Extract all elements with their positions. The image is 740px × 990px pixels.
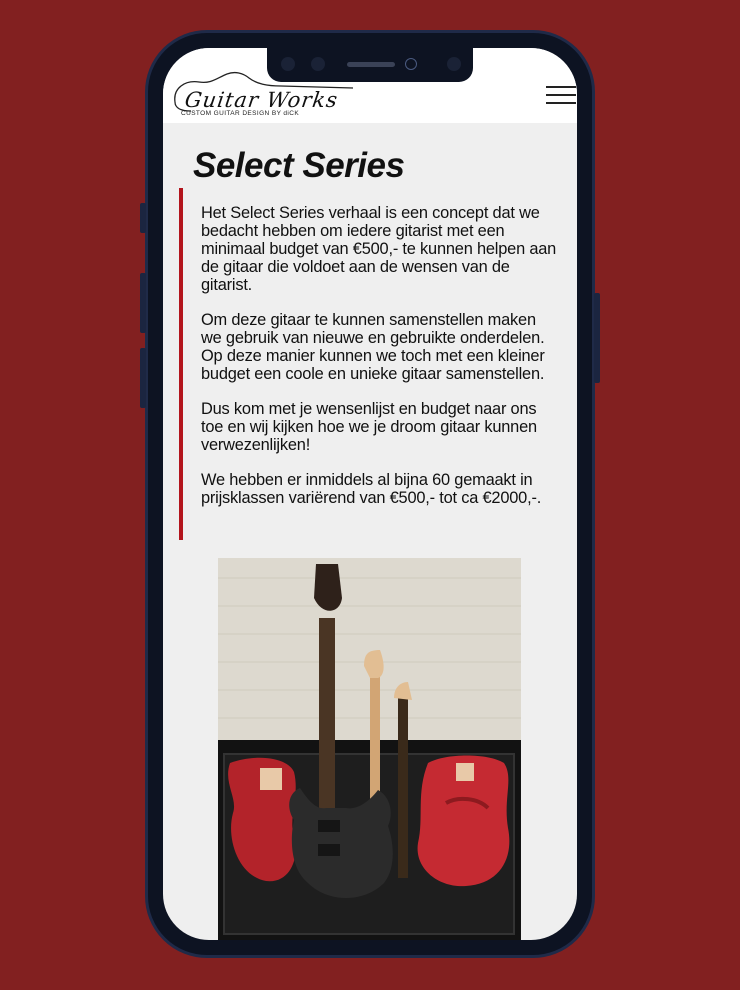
side-button [140,203,146,233]
hamburger-menu-icon[interactable] [546,86,576,106]
intro-text-block: Het Select Series verhaal is een concept… [179,188,559,540]
paragraph-intro: Het Select Series verhaal is een concept… [201,204,557,294]
volume-up-button [140,273,146,333]
earpiece-speaker [347,62,395,67]
phone-notch [267,48,473,82]
logo-wordmark: Guitar Works [183,88,340,112]
volume-down-button [140,348,146,408]
sensor-dot [281,57,295,71]
logo-tagline: CUSTOM GUITAR DESIGN BY diCK [181,110,300,117]
sensor-dot [311,57,325,71]
paragraph-wishlist: Dus kom met je wensenlijst en budget naa… [201,400,537,454]
power-button [594,293,600,383]
page-title: Select Series [193,146,405,185]
paragraph-parts: Om deze gitaar te kunnen samenstellen ma… [201,311,545,383]
guitars-photo [218,558,521,940]
sensor-dot [447,57,461,71]
phone-frame: Guitar Works CUSTOM GUITAR DESIGN BY diC… [140,30,600,958]
screen: Guitar Works CUSTOM GUITAR DESIGN BY diC… [163,48,577,940]
front-camera-icon [405,58,417,70]
paragraph-price-range: We hebben er inmiddels al bijna 60 gemaa… [201,471,542,507]
